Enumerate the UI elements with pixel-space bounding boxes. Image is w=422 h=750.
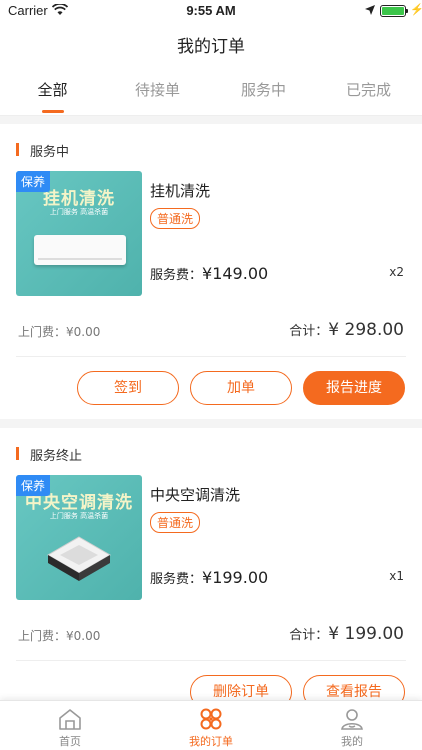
service-fee: 服务费：¥149.00 xyxy=(150,264,268,283)
view-report-button[interactable]: 查看报告 xyxy=(303,675,405,700)
check-in-button[interactable]: 签到 xyxy=(77,371,179,405)
order-status: 服务终止 xyxy=(16,445,82,464)
charging-bolt-icon: ⚡ xyxy=(410,4,422,16)
service-fee-amount: ¥149.00 xyxy=(202,264,269,283)
product-image[interactable]: 中央空调清洗 上门服务 高温杀菌 保养 xyxy=(16,475,142,600)
total-label: 合计： xyxy=(289,324,329,339)
order-tabs: 全部 待接单 服务中 已完成 xyxy=(0,64,422,116)
tabbar-home[interactable]: 首页 xyxy=(0,703,140,749)
divider xyxy=(16,356,406,357)
bottom-tab-bar: 首页 我的订单 我的 xyxy=(0,700,422,750)
order-status: 服务中 xyxy=(16,141,69,160)
order-card: 服务中 挂机清洗 上门服务 高温杀菌 保养 挂机清洗 普通洗 服务费：¥149.… xyxy=(0,124,422,419)
page-title: 我的订单 xyxy=(177,37,245,57)
service-fee-label: 服务费： xyxy=(150,572,203,587)
tab-completed[interactable]: 已完成 xyxy=(316,79,421,100)
maintenance-badge: 保养 xyxy=(16,475,51,496)
divider xyxy=(16,660,406,661)
delete-order-button[interactable]: 删除订单 xyxy=(190,675,292,700)
service-fee-label: 服务费： xyxy=(150,268,203,283)
quantity: x2 xyxy=(389,265,404,279)
add-order-button[interactable]: 加单 xyxy=(190,371,292,405)
tabbar-profile[interactable]: 我的 xyxy=(282,703,422,749)
tabbar-orders-label: 我的订单 xyxy=(189,735,233,748)
location-arrow-icon xyxy=(365,5,375,15)
profile-icon xyxy=(341,709,363,730)
tabbar-orders[interactable]: 我的订单 xyxy=(141,703,281,749)
tab-in-service[interactable]: 服务中 xyxy=(211,79,316,100)
tab-all[interactable]: 全部 xyxy=(0,79,105,100)
active-tab-indicator xyxy=(42,110,64,113)
status-bar: Carrier 9:55 AM ⚡ xyxy=(0,0,422,22)
nav-bar: 我的订单 xyxy=(0,22,422,64)
service-fee-amount: ¥199.00 xyxy=(202,568,269,587)
wash-type-tag: 普通洗 xyxy=(150,208,201,229)
order-list[interactable]: 服务中 挂机清洗 上门服务 高温杀菌 保养 挂机清洗 普通洗 服务费：¥149.… xyxy=(0,124,422,700)
total-amount: ¥ 298.00 xyxy=(328,320,404,340)
visit-fee: 上门费：¥0.00 xyxy=(18,325,101,339)
tabbar-profile-label: 我的 xyxy=(341,735,363,748)
wash-type-tag: 普通洗 xyxy=(150,512,201,533)
home-icon xyxy=(59,709,81,730)
quantity: x1 xyxy=(389,569,404,583)
order-total: 合计：¥ 199.00 xyxy=(289,624,404,644)
battery-icon xyxy=(380,5,408,17)
report-progress-button[interactable]: 报告进度 xyxy=(303,371,405,405)
tab-pending[interactable]: 待接单 xyxy=(105,79,210,100)
total-amount: ¥ 199.00 xyxy=(328,624,404,644)
orders-icon xyxy=(200,708,222,730)
tabbar-home-label: 首页 xyxy=(59,735,81,748)
clock: 9:55 AM xyxy=(186,3,236,18)
ceiling-ac-illustration xyxy=(47,536,111,581)
order-card: 服务终止 中央空调清洗 上门服务 高温杀菌 保养 中央空调清洗 普通洗 服务费：… xyxy=(0,428,422,700)
service-fee: 服务费：¥199.00 xyxy=(150,568,268,587)
product-name: 挂机清洗 xyxy=(150,182,211,200)
product-name: 中央空调清洗 xyxy=(150,486,241,504)
product-image-subtitle: 上门服务 高温杀菌 xyxy=(49,512,109,520)
order-total: 合计：¥ 298.00 xyxy=(289,320,404,340)
wall-ac-illustration xyxy=(34,235,126,265)
product-image-subtitle: 上门服务 高温杀菌 xyxy=(49,208,109,216)
maintenance-badge: 保养 xyxy=(16,171,51,192)
total-label: 合计： xyxy=(289,628,329,643)
visit-fee: 上门费：¥0.00 xyxy=(18,629,101,643)
product-image[interactable]: 挂机清洗 上门服务 高温杀菌 保养 xyxy=(16,171,142,296)
